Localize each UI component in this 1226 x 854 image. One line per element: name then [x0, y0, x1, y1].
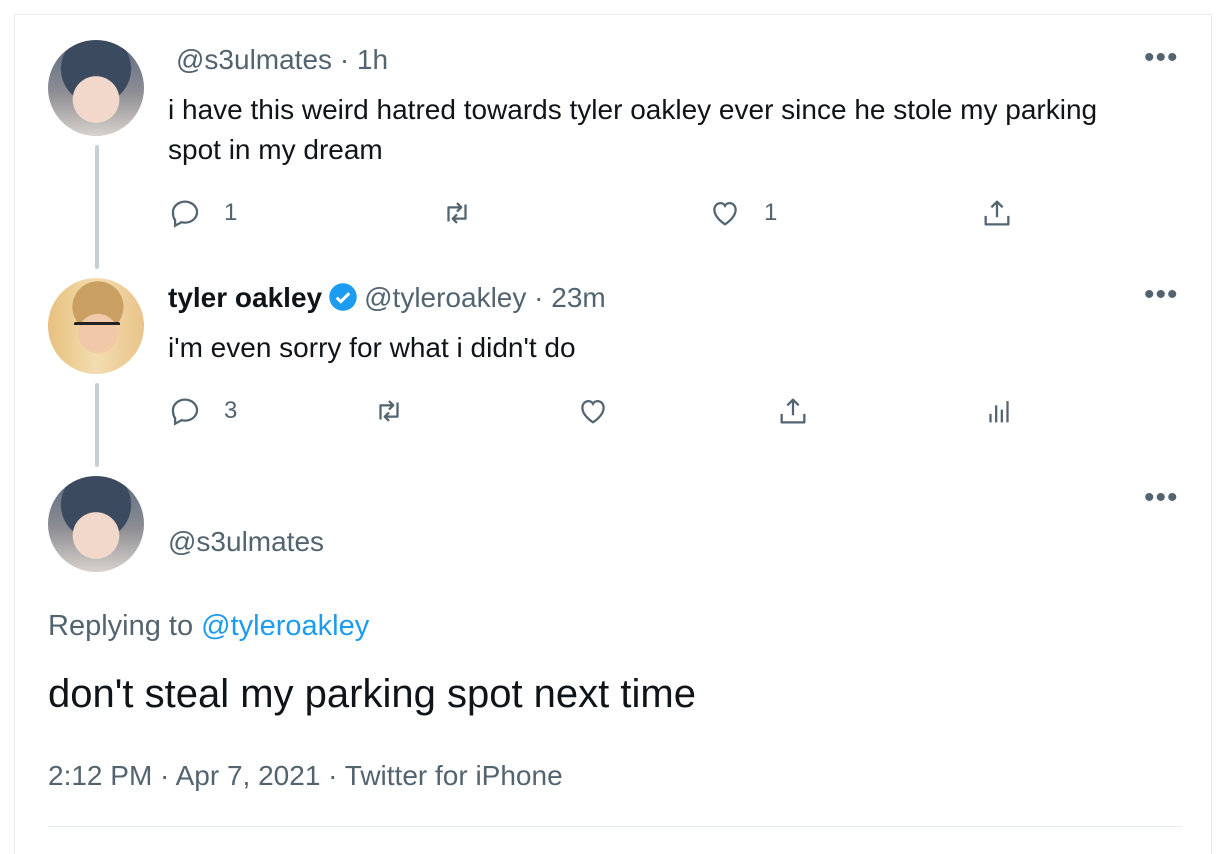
retweet-button[interactable] [372, 394, 406, 428]
tweet1-handle-time[interactable]: @s3ulmates · 1h [176, 44, 388, 76]
reply-icon [171, 398, 199, 426]
replying-to: Replying to @tyleroakley [48, 610, 369, 643]
retweet-icon [447, 202, 467, 224]
avatar-s3ulmates[interactable] [48, 40, 144, 136]
analytics-icon [989, 401, 1009, 423]
divider [48, 826, 1182, 827]
tweet-meta[interactable]: 2:12 PM · Apr 7, 2021 · Twitter for iPho… [48, 760, 563, 792]
share-button[interactable] [980, 196, 1014, 230]
main-tweet-text: don't steal my parking spot next time [48, 672, 696, 716]
like-button[interactable]: 1 [708, 196, 777, 230]
share-button[interactable] [776, 394, 810, 428]
thread-line [95, 145, 99, 269]
like-count: 1 [764, 199, 778, 226]
replying-to-handle[interactable]: @tyleroakley [201, 610, 369, 642]
more-icon[interactable]: ••• [1144, 43, 1179, 73]
tweet2-handle-time[interactable]: @tyleroakley · 23m [364, 282, 606, 313]
reply-button[interactable]: 1 [168, 196, 237, 230]
tweet2-header: tyler oakley @tyleroakley · 23m [168, 282, 606, 314]
like-icon [713, 201, 737, 226]
like-button[interactable] [576, 394, 610, 428]
share-icon [984, 200, 1010, 226]
retweet-button[interactable] [440, 196, 474, 230]
reply-icon [171, 200, 199, 228]
reply-count: 1 [224, 199, 238, 226]
avatar-s3ulmates[interactable] [48, 476, 144, 572]
retweet-icon [379, 400, 399, 422]
main-handle[interactable]: @s3ulmates [168, 526, 324, 558]
more-icon[interactable]: ••• [1144, 483, 1179, 513]
verified-icon [329, 283, 357, 311]
tweet2-text: i'm even sorry for what i didn't do [168, 332, 576, 363]
avatar-tyleroakley[interactable] [48, 278, 144, 374]
reply-button[interactable]: 3 [168, 394, 237, 428]
analytics-button[interactable] [982, 394, 1016, 428]
more-icon[interactable]: ••• [1144, 280, 1179, 310]
tweet2-name[interactable]: tyler oakley [168, 282, 322, 313]
reply-count: 3 [224, 397, 238, 424]
avatar-glasses [74, 322, 120, 337]
share-icon [780, 398, 806, 424]
replying-to-label: Replying to [48, 610, 194, 642]
thread-line [95, 383, 99, 467]
like-icon [581, 399, 605, 424]
tweet1-text: i have this weird hatred towards tyler o… [168, 94, 1098, 165]
